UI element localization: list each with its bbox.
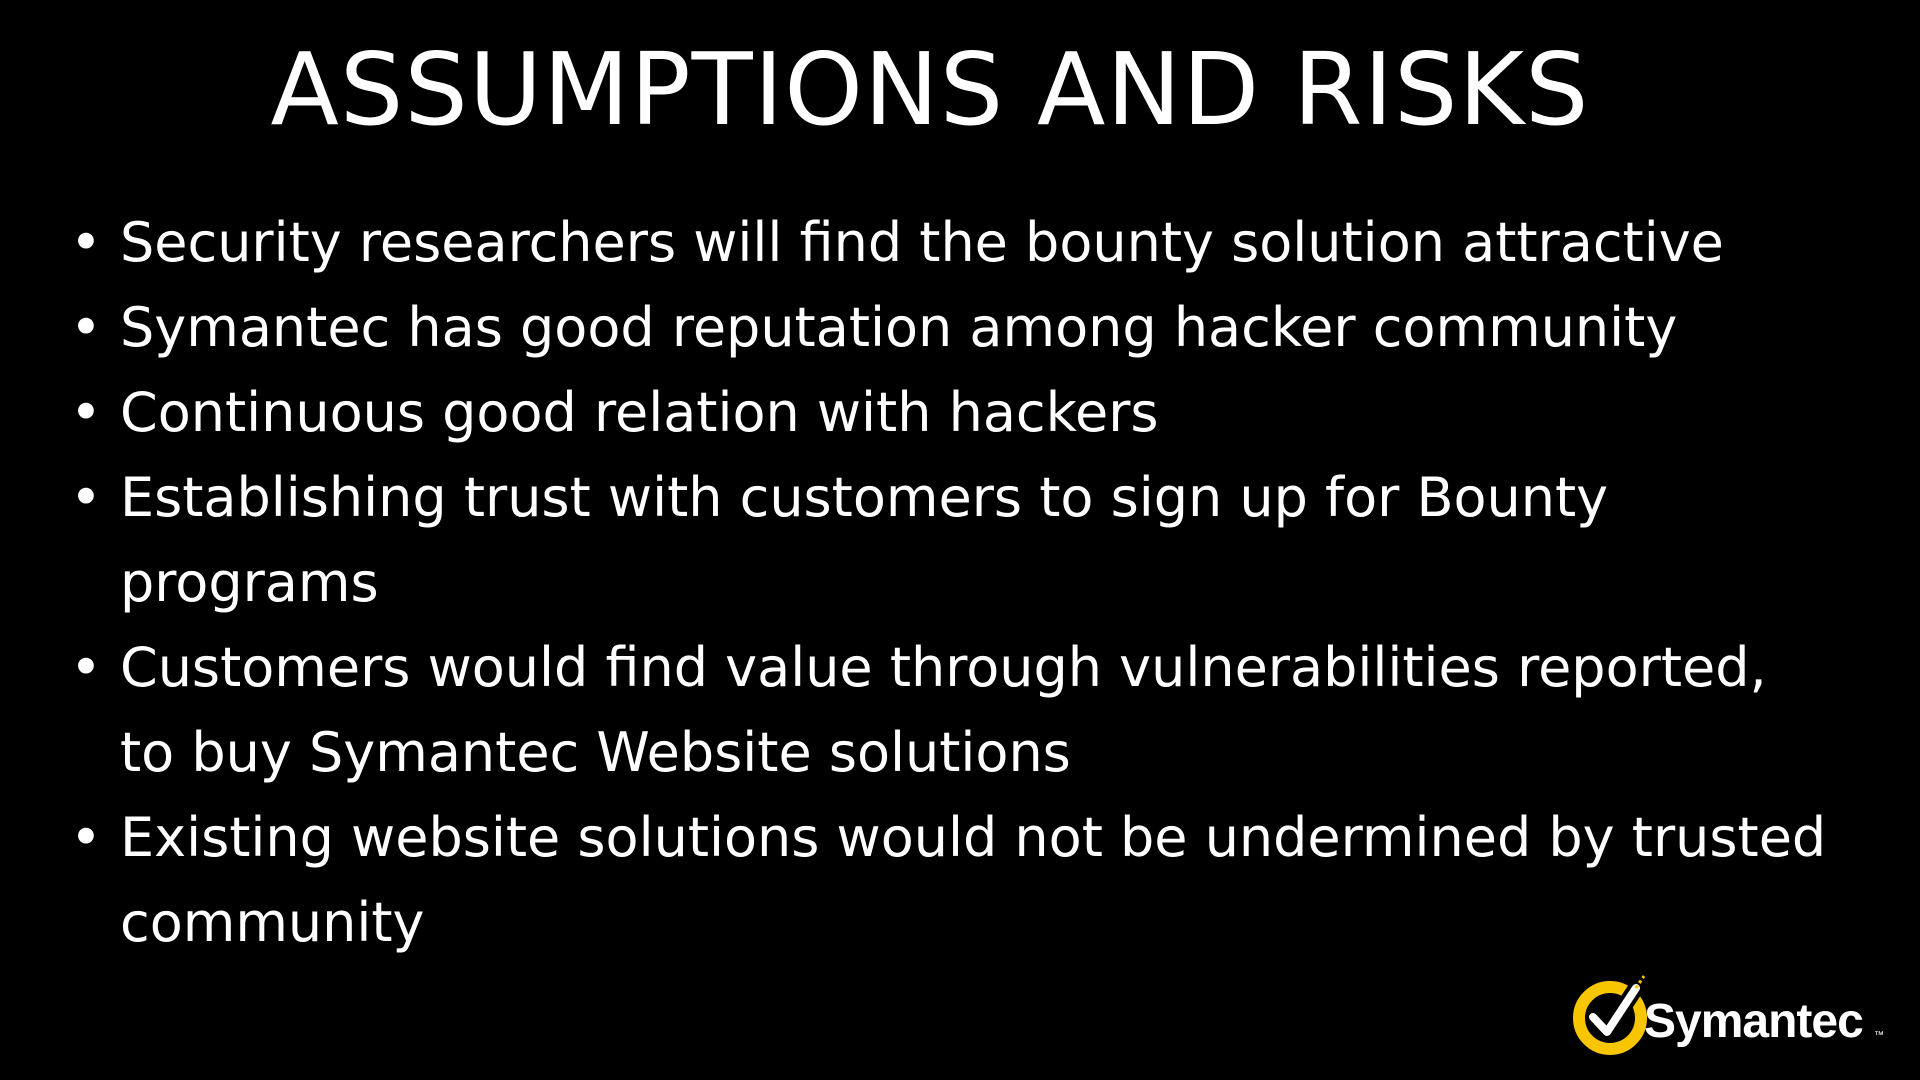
bullet-dot: • <box>70 636 102 699</box>
bullet-item: • Establishing trust with customers to s… <box>70 455 1830 625</box>
bullet-item: • Existing website solutions would not b… <box>70 795 1830 965</box>
bullet-item: • Security researchers will find the bou… <box>70 200 1830 285</box>
slide: ASSUMPTIONS AND RISKS • Security researc… <box>0 0 1920 1080</box>
bullet-text: Customers would find value through vulne… <box>120 636 1767 784</box>
bullet-list: • Security researchers will find the bou… <box>70 200 1830 965</box>
bullet-dot: • <box>70 466 102 529</box>
logo-trademark: ™ <box>1874 1030 1884 1041</box>
bullet-text: Establishing trust with customers to sig… <box>120 466 1609 614</box>
bullet-text: Symantec has good reputation among hacke… <box>120 296 1678 359</box>
bullet-item: • Continuous good relation with hackers <box>70 370 1830 455</box>
bullet-text: Security researchers will find the bount… <box>120 211 1724 274</box>
bullet-item: • Symantec has good reputation among hac… <box>70 285 1830 370</box>
bullet-dot: • <box>70 296 102 359</box>
bullet-item: • Customers would find value through vul… <box>70 625 1830 795</box>
logo-wordmark: Symantec <box>1644 995 1863 1048</box>
symantec-logo: Symantec ™ <box>1560 962 1890 1062</box>
bullet-dot: • <box>70 806 102 869</box>
symantec-logo-graphic: Symantec ™ <box>1573 975 1884 1055</box>
bullet-dot: • <box>70 211 102 274</box>
slide-title: ASSUMPTIONS AND RISKS <box>270 31 1590 148</box>
bullet-text: Existing website solutions would not be … <box>120 806 1827 954</box>
bullet-text: Continuous good relation with hackers <box>120 381 1159 444</box>
checkmark-circle-icon <box>1573 975 1647 1055</box>
bullet-dot: • <box>70 381 102 444</box>
